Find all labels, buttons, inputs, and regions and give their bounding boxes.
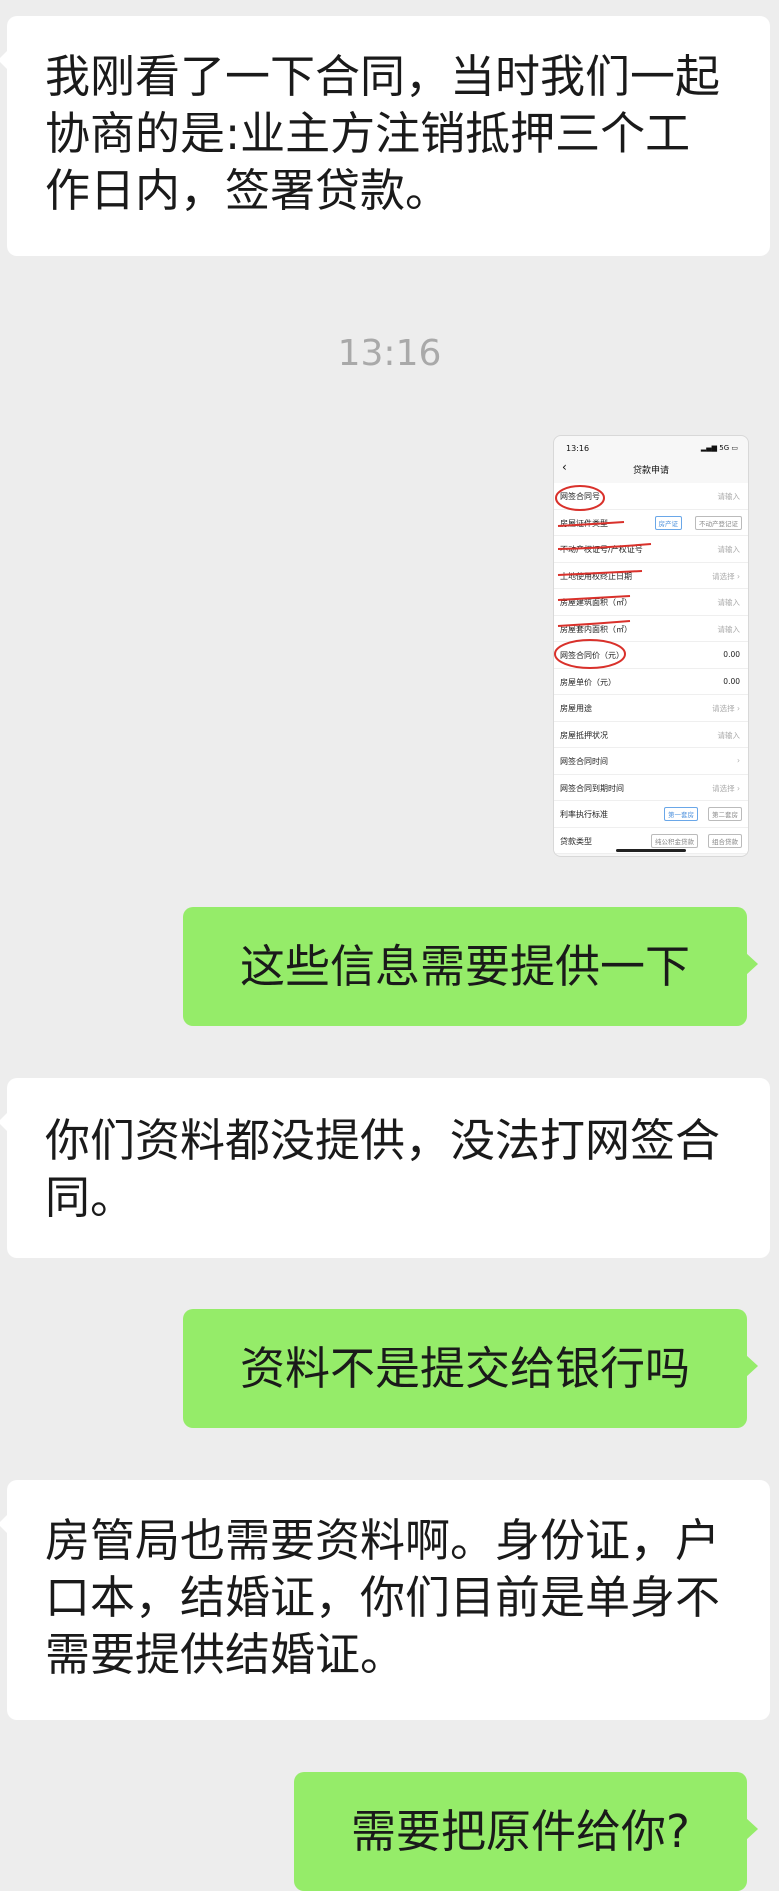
back-chevron-icon: ‹ xyxy=(562,460,567,474)
form-row: 网签合同时间 › xyxy=(554,748,748,775)
form-rows: 网签合同号 请输入 房屋证件类型 房产证 不动产登记证 不动产权证号/产权证号 … xyxy=(554,483,748,854)
form-row: 不动产权证号/产权证号 请输入 xyxy=(554,536,748,563)
nav-bar: ‹ 贷款申请 xyxy=(554,458,748,478)
screen-title: 贷款申请 xyxy=(632,466,669,476)
form-row: 土地使用权终止日期 请选择 › xyxy=(554,562,748,589)
form-row: 网签合同到期时间 请选择 › xyxy=(554,774,748,801)
status-bar: 13:16 ▂▄▆ 5G ▭ xyxy=(554,436,748,458)
bubble-tail xyxy=(746,1818,758,1840)
message-bubble-incoming[interactable]: 我刚看了一下合同，当时我们一起协商的是:业主方注销抵押三个工作日内，签署贷款。 xyxy=(0,16,770,256)
chat-timestamp: 13:16 xyxy=(337,333,442,374)
form-row: 房屋套内面积（㎡） 请输入 xyxy=(554,615,748,642)
message-bubble-incoming[interactable]: 你们资料都没提供，没法打网签合同。 xyxy=(0,1078,770,1258)
message-text: 你们资料都没提供，没法打网签合同。 xyxy=(45,1114,721,1224)
message-bubble-outgoing[interactable]: 这些信息需要提供一下 xyxy=(183,907,758,1026)
message-text: 这些信息需要提供一下 xyxy=(239,940,690,993)
bubble-tail xyxy=(746,1355,758,1377)
status-time: 13:16 xyxy=(566,444,590,453)
bubble-tail xyxy=(0,50,8,70)
form-row: 房屋证件类型 房产证 不动产登记证 xyxy=(554,509,748,536)
message-bubble-outgoing[interactable]: 资料不是提交给银行吗 xyxy=(183,1309,758,1428)
form-row: 利率执行标准 第一套房 第二套房 xyxy=(554,801,748,828)
bubble-tail xyxy=(746,953,758,975)
bubble-tail xyxy=(0,1112,8,1132)
form-row: 房屋建筑面积（㎡） 请输入 xyxy=(554,589,748,616)
message-bubble-incoming[interactable]: 房管局也需要资料啊。身份证，户口本，结婚证，你们目前是单身不需要提供结婚证。 xyxy=(0,1480,770,1720)
form-row: 房屋单价（元） 0.00 xyxy=(554,668,748,695)
message-bubble-outgoing[interactable]: 需要把原件给你? xyxy=(294,1772,758,1891)
message-text: 房管局也需要资料啊。身份证，户口本，结婚证，你们目前是单身不需要提供结婚证。 xyxy=(45,1514,721,1681)
home-indicator xyxy=(616,849,686,852)
message-text: 我刚看了一下合同，当时我们一起协商的是:业主方注销抵押三个工作日内，签署贷款。 xyxy=(45,50,721,217)
form-row: 房屋用途 请选择 › xyxy=(554,695,748,722)
form-row: 房屋抵押状况 请输入 xyxy=(554,721,748,748)
signal-indicator: ▂▄▆ 5G ▭ xyxy=(700,444,738,452)
form-row: 网签合同价（元） 0.00 xyxy=(554,642,748,669)
image-message-screenshot[interactable]: 13:16 ▂▄▆ 5G ▭ ‹ 贷款申请 网签合同号 请输入 房屋证件类型 房… xyxy=(553,435,749,857)
form-row: 网签合同号 请输入 xyxy=(554,483,748,510)
message-text: 资料不是提交给银行吗 xyxy=(239,1342,690,1395)
message-text: 需要把原件给你? xyxy=(351,1805,690,1858)
bubble-tail xyxy=(0,1514,8,1534)
